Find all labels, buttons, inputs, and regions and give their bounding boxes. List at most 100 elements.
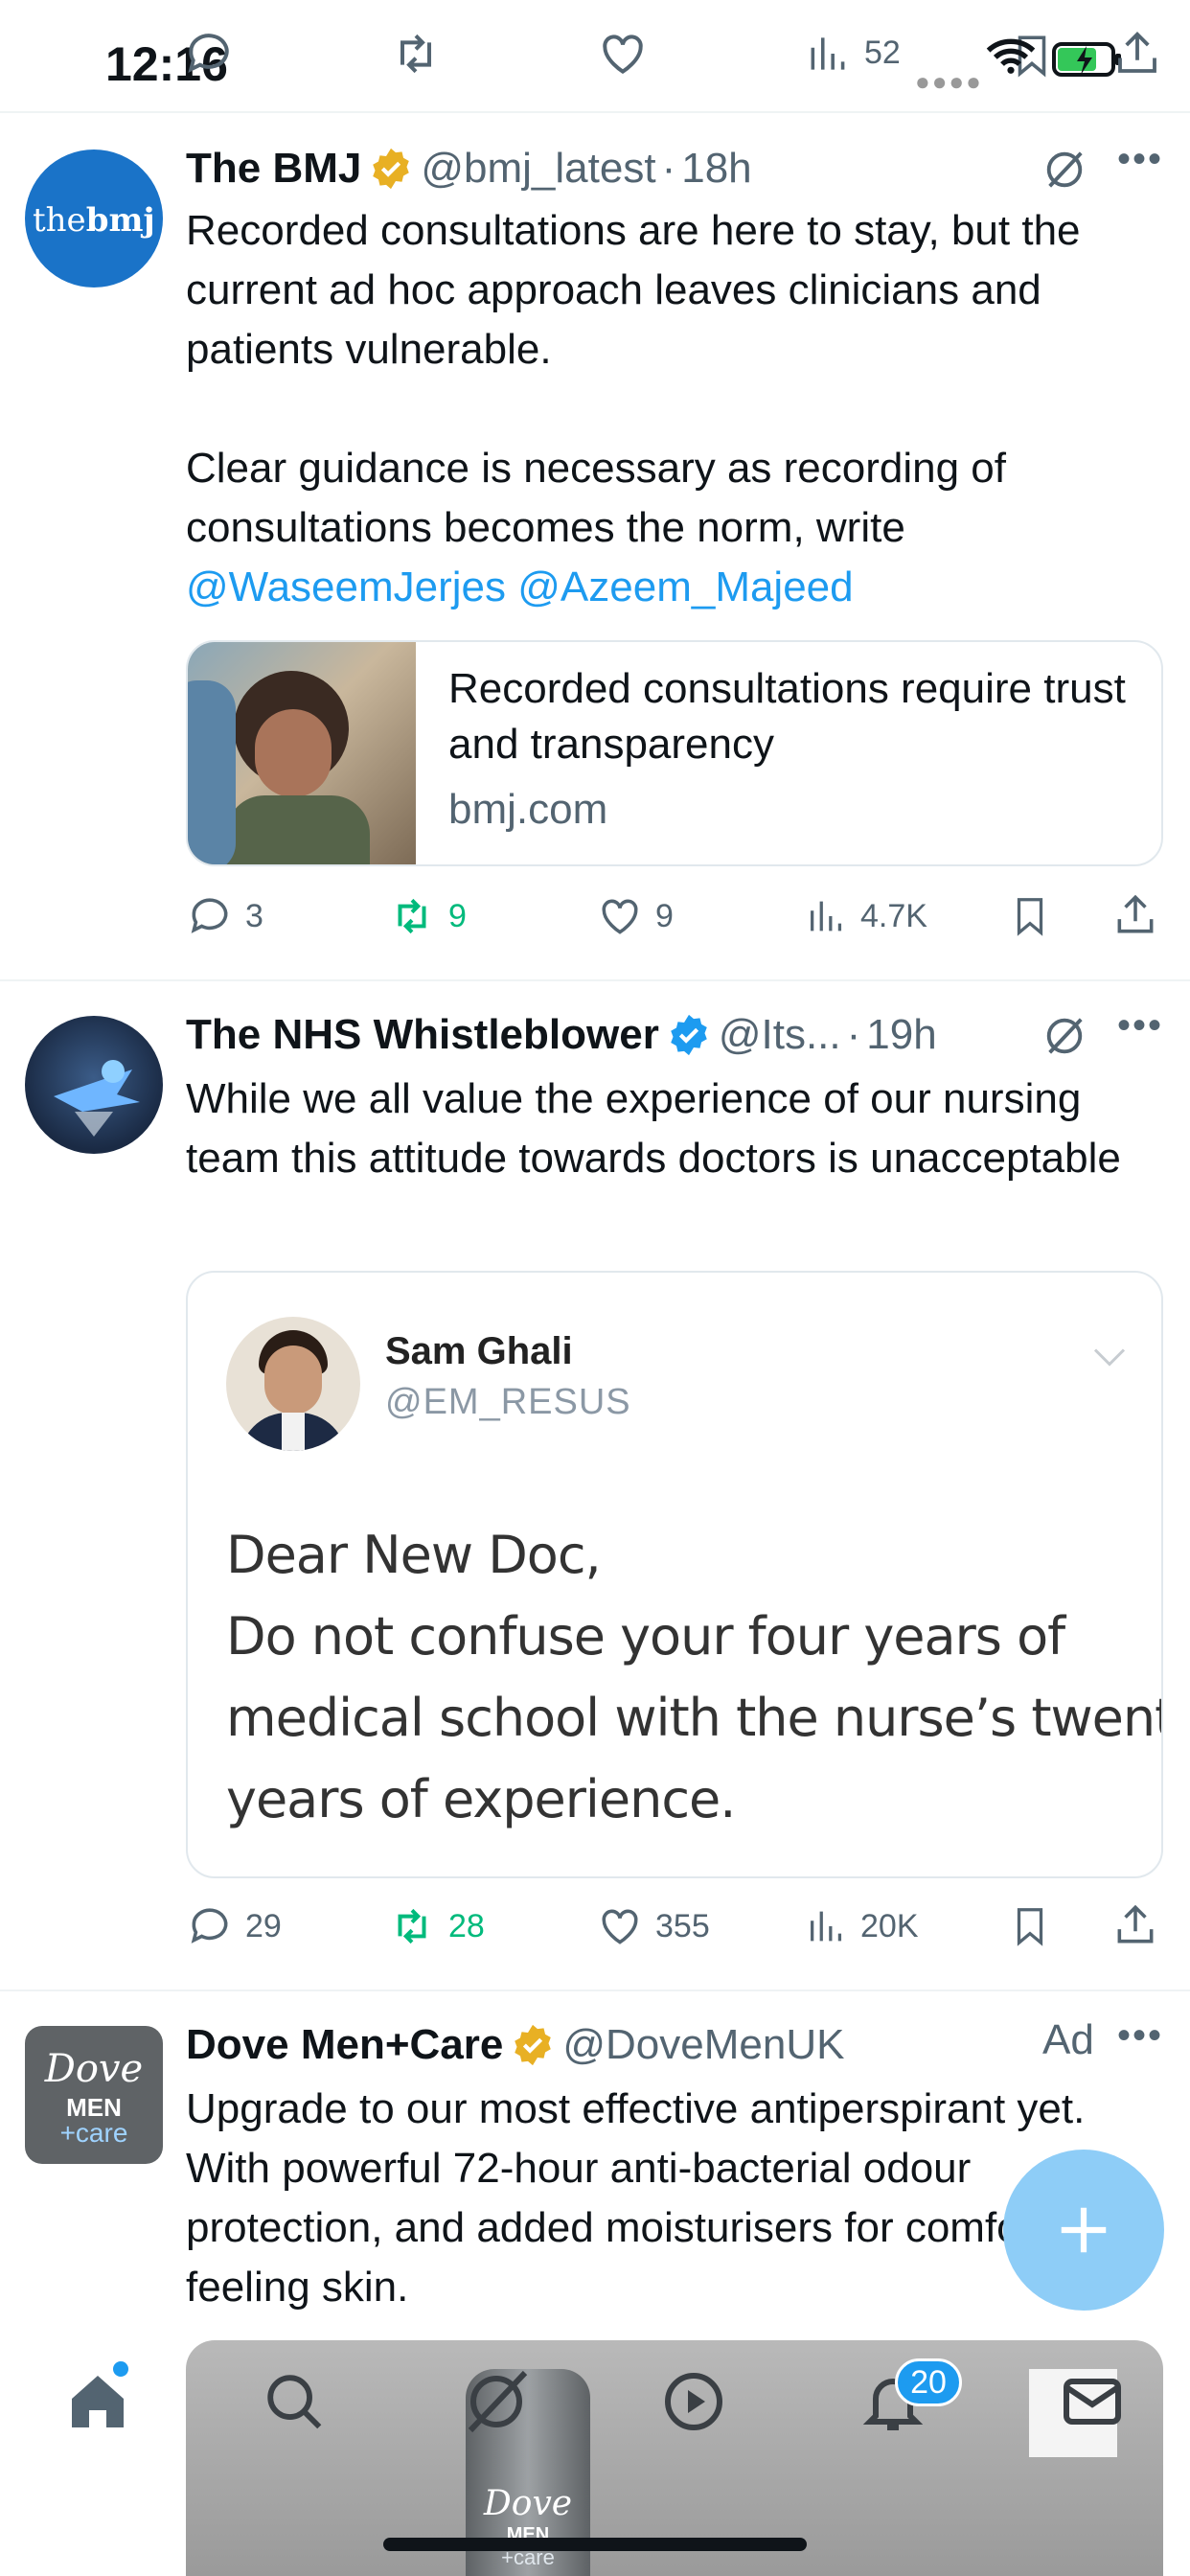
tweet-header: The BMJ @bmj_latest · 18h — [186, 140, 752, 197]
link-card-image — [188, 642, 416, 864]
like-button[interactable]: 9 — [596, 887, 674, 945]
quoted-avatar — [226, 1317, 360, 1451]
home-icon[interactable] — [63, 2367, 132, 2436]
author-name[interactable]: The BMJ — [186, 145, 361, 193]
repost-count: 9 — [448, 897, 467, 934]
home-indicator[interactable] — [383, 2538, 807, 2551]
tweet-actions: 3 9 9 4.7K — [186, 887, 1163, 945]
tweet-header: The NHS Whistleblower @Its... · 19h — [186, 1006, 937, 1064]
new-posts-indicator — [113, 2361, 128, 2377]
repost-icon — [398, 898, 426, 934]
status-bar: 12:16 52 ●●●● — [0, 0, 1190, 113]
tweet-text: While we all value the experience of our… — [186, 1075, 1121, 1182]
tweet-dove-ad[interactable]: Dove MEN +care Dove Men+Care @DoveMenUK … — [0, 1993, 1190, 2338]
link-card[interactable]: Recorded consultations require trust and… — [186, 640, 1163, 866]
share-icon[interactable] — [1111, 889, 1159, 941]
grok-icon[interactable] — [1042, 1014, 1087, 1058]
avatar[interactable] — [25, 1016, 163, 1154]
quoted-author-handle: @EM_RESUS — [385, 1382, 631, 1422]
reply-icon[interactable] — [182, 27, 236, 80]
bird-avatar-image — [54, 1060, 140, 1137]
avatar[interactable]: thebmj — [25, 150, 163, 288]
tweet-actions: 29 28 355 20K — [186, 1898, 1163, 1955]
verified-blue-badge-icon — [671, 1014, 707, 1056]
grok-icon[interactable] — [1042, 148, 1087, 192]
avatar-logo-text-bold: bmj — [85, 201, 155, 240]
video-icon[interactable] — [659, 2367, 728, 2436]
like-button[interactable]: 355 — [596, 1898, 710, 1955]
author-handle[interactable]: @bmj_latest — [421, 145, 655, 193]
reply-icon — [191, 898, 228, 933]
signal-icon: ●●●● — [915, 67, 983, 96]
tweet-text: Recorded consultations are here to stay,… — [186, 201, 1163, 617]
bookmark-icon[interactable] — [1008, 1901, 1052, 1951]
quoted-image-card[interactable]: Sam Ghali @EM_RESUS Dear New Doc, Do not… — [186, 1271, 1163, 1878]
tweet-time[interactable]: 18h — [681, 145, 751, 193]
tweet-time[interactable]: 19h — [866, 1011, 936, 1059]
reply-button[interactable]: 3 — [186, 887, 263, 945]
avatar-logo-text: the — [33, 201, 86, 240]
like-icon — [602, 899, 638, 934]
repost-button[interactable]: 9 — [387, 887, 467, 945]
quoted-line: years of experience. — [226, 1769, 736, 1829]
views-icon — [811, 901, 842, 932]
dot-separator: · — [846, 1011, 861, 1058]
verified-gold-badge-icon — [515, 2024, 552, 2066]
tweet-paragraph-1: Recorded consultations are here to stay,… — [186, 207, 1081, 373]
views-button[interactable]: 4.7K — [805, 887, 927, 945]
like-count: 355 — [655, 1907, 710, 1944]
quoted-line: Dear New Doc, — [226, 1525, 602, 1585]
quoted-author-name: Sam Ghali — [385, 1330, 573, 1372]
wifi-icon — [986, 38, 1036, 74]
repost-count: 28 — [448, 1907, 485, 1944]
more-options-icon[interactable]: ••• — [1117, 1004, 1163, 1047]
views-count: 52 — [864, 34, 901, 71]
repost-icon[interactable] — [389, 27, 443, 80]
chevron-down-icon — [1093, 1348, 1126, 1367]
dot-separator: · — [661, 145, 676, 192]
repost-button[interactable]: 28 — [387, 1898, 485, 1955]
bookmark-icon[interactable] — [1008, 891, 1052, 941]
grok-icon[interactable] — [462, 2367, 531, 2436]
author-handle[interactable]: @Its... — [719, 1011, 841, 1059]
views-count: 20K — [860, 1907, 919, 1944]
avatar[interactable]: Dove MEN +care — [25, 2026, 163, 2164]
views-button[interactable]: 20K — [805, 1898, 919, 1955]
more-options-icon[interactable]: ••• — [1117, 2014, 1163, 2058]
like-icon[interactable] — [596, 27, 650, 80]
mention-link[interactable]: @Azeem_Majeed — [517, 564, 853, 610]
like-icon — [602, 1909, 638, 1944]
reply-button[interactable]: 29 — [186, 1898, 282, 1955]
bottom-nav — [0, 2338, 1190, 2472]
verified-gold-badge-icon — [373, 148, 410, 190]
more-options-icon[interactable]: ••• — [1117, 138, 1163, 181]
author-handle[interactable]: @DoveMenUK — [562, 2021, 844, 2069]
like-count: 9 — [655, 897, 674, 934]
quoted-text: Dear New Doc, Do not confuse your four y… — [226, 1514, 1163, 1840]
messages-icon[interactable] — [1058, 2367, 1127, 2436]
ad-label: Ad — [1042, 2016, 1094, 2063]
author-name[interactable]: Dove Men+Care — [186, 2021, 503, 2069]
reply-count: 29 — [245, 1907, 282, 1944]
reply-count: 3 — [245, 897, 263, 934]
views-icon — [811, 1911, 842, 1942]
tweet-nhs-whistleblower[interactable]: The NHS Whistleblower @Its... · 19h ••• … — [0, 983, 1190, 1991]
views-icon[interactable] — [805, 27, 853, 80]
plus-icon — [1061, 2207, 1107, 2253]
link-card-domain: bmj.com — [448, 786, 608, 833]
views-count: 4.7K — [860, 897, 927, 934]
repost-icon — [398, 1908, 426, 1944]
quoted-line: Do not confuse your four years of — [226, 1606, 1065, 1667]
tweet-bmj[interactable]: thebmj The BMJ @bmj_latest · 18h ••• Rec… — [0, 115, 1190, 981]
share-icon[interactable] — [1111, 27, 1163, 80]
author-name[interactable]: The NHS Whistleblower — [186, 1011, 659, 1059]
mention-link[interactable]: @WaseemJerjes — [186, 564, 506, 610]
quoted-line: medical school with the nurse’s twenty — [226, 1688, 1163, 1748]
tweet-paragraph-2-text: Clear guidance is necessary as recording… — [186, 445, 1007, 551]
notification-badge: 20 — [895, 2358, 962, 2406]
search-icon[interactable] — [261, 2367, 328, 2436]
avatar-logo-text: +care — [59, 2118, 128, 2148]
link-card-title: Recorded consultations require trust and… — [448, 665, 1126, 768]
compose-button[interactable] — [1003, 2150, 1164, 2311]
share-icon[interactable] — [1111, 1899, 1159, 1951]
